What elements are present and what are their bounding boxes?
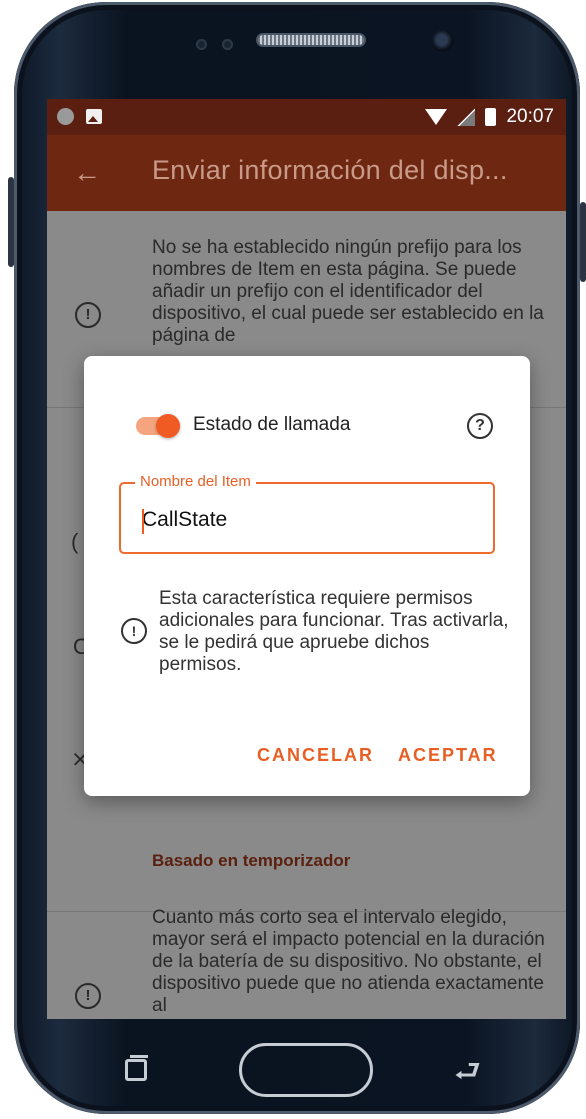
info-icon: ! <box>121 618 147 644</box>
app-bar: ← Enviar información del disp... <box>47 135 566 211</box>
cancel-button[interactable]: CANCELAR <box>257 745 374 766</box>
sensor-dot <box>196 39 207 50</box>
field-label: Nombre del Item <box>135 473 256 490</box>
sensor-dot <box>222 39 233 50</box>
image-notification-icon <box>86 109 102 124</box>
item-name-field[interactable]: Nombre del Item <box>119 473 495 554</box>
no-signal-icon <box>457 108 476 126</box>
switch-label: Estado de llamada <box>193 414 351 435</box>
partial-icon: ( <box>71 529 79 554</box>
back-icon[interactable]: ⮐ <box>454 1049 481 1100</box>
help-icon[interactable]: ? <box>467 413 493 439</box>
home-icon[interactable] <box>239 1043 373 1097</box>
switch-thumb <box>156 414 180 438</box>
accept-button[interactable]: ACEPTAR <box>398 745 498 766</box>
call-state-switch[interactable] <box>136 414 182 438</box>
battery-icon <box>485 108 497 126</box>
status-time: 20:07 <box>506 106 554 127</box>
timer-info-text: Cuanto más corto sea el intervalo elegid… <box>152 907 545 1016</box>
item-dialog: Estado de llamada ? Nombre del Item ! Es… <box>84 356 530 796</box>
power-button <box>580 202 586 282</box>
wifi-icon <box>425 109 448 125</box>
permission-warning: Esta característica requiere permisos ad… <box>159 588 509 675</box>
back-arrow-icon[interactable]: ← <box>73 157 101 189</box>
info-icon: ! <box>75 302 101 328</box>
text-cursor <box>142 509 144 534</box>
page-title: Enviar información del disp... <box>152 155 508 185</box>
volume-button <box>8 177 14 267</box>
front-camera <box>432 30 454 52</box>
notification-dot-icon <box>57 108 74 125</box>
status-bar: 20:07 <box>47 99 566 135</box>
item-name-input[interactable] <box>142 508 472 532</box>
prefix-info-text: No se ha establecido ningún prefijo para… <box>152 237 544 346</box>
earpiece-speaker <box>256 33 366 47</box>
info-icon: ! <box>75 983 101 1009</box>
section-heading: Basado en temporizador <box>152 851 351 870</box>
navigation-bar: ⮐ <box>47 1019 566 1114</box>
recent-apps-icon[interactable] <box>125 1055 148 1081</box>
